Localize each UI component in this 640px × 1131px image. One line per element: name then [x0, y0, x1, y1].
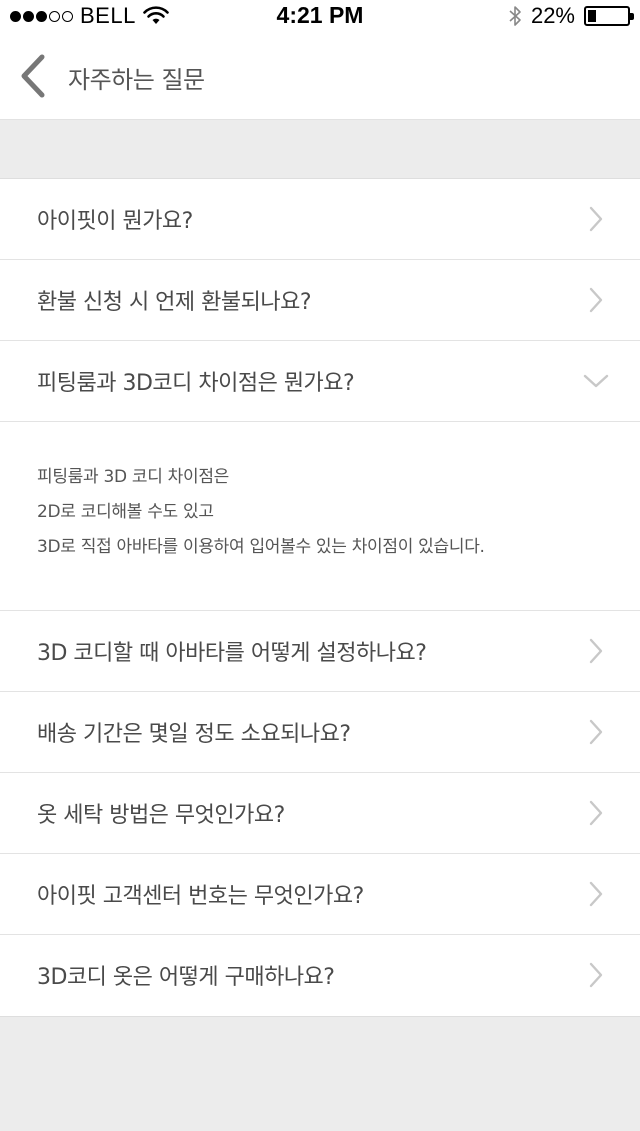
chevron-right-icon	[588, 637, 604, 665]
faq-list: 아이핏이 뭔가요? 환불 신청 시 언제 환불되나요? 피팅룸과 3D코디 차이…	[0, 178, 640, 1017]
battery-fill	[588, 10, 596, 22]
chevron-right-icon	[588, 880, 604, 908]
faq-answer-line: 피팅룸과 3D 코디 차이점은	[37, 467, 230, 487]
faq-item[interactable]: 배송 기간은 몇일 정도 소요되나요?	[0, 692, 640, 773]
faq-item[interactable]: 아이핏 고객센터 번호는 무엇인가요?	[0, 854, 640, 935]
faq-item[interactable]: 아이핏이 뭔가요?	[0, 179, 640, 260]
faq-question: 3D 코디할 때 아바타를 어떻게 설정하나요?	[37, 641, 427, 666]
chevron-right-icon	[588, 286, 604, 314]
faq-item[interactable]: 옷 세탁 방법은 무엇인가요?	[0, 773, 640, 854]
faq-item[interactable]: 환불 신청 시 언제 환불되나요?	[0, 260, 640, 341]
faq-question: 옷 세탁 방법은 무엇인가요?	[37, 803, 285, 828]
page-title: 자주하는 질문	[68, 66, 205, 94]
faq-answer: 피팅룸과 3D 코디 차이점은 2D로 코디해볼 수도 있고 3D로 직접 아바…	[0, 422, 640, 611]
faq-question: 아이핏 고객센터 번호는 무엇인가요?	[37, 884, 364, 909]
faq-answer-line: 3D로 직접 아바타를 이용하여 입어볼수 있는 차이점이 있습니다.	[37, 537, 485, 557]
chevron-left-icon	[21, 54, 45, 98]
faq-item[interactable]: 3D 코디할 때 아바타를 어떻게 설정하나요?	[0, 611, 640, 692]
chevron-right-icon	[588, 961, 604, 989]
faq-answer-line: 2D로 코디해볼 수도 있고	[37, 502, 214, 522]
chevron-right-icon	[588, 205, 604, 233]
faq-item[interactable]: 3D코디 옷은 어떻게 구매하나요?	[0, 935, 640, 1016]
back-button[interactable]	[18, 54, 54, 98]
faq-question: 피팅룸과 3D코디 차이점은 뭔가요?	[37, 371, 355, 396]
battery-icon	[584, 6, 634, 26]
faq-question: 아이핏이 뭔가요?	[37, 209, 193, 234]
faq-question: 배송 기간은 몇일 정도 소요되나요?	[37, 722, 351, 747]
faq-item-expanded[interactable]: 피팅룸과 3D코디 차이점은 뭔가요?	[0, 341, 640, 422]
nav-header: 자주하는 질문	[0, 30, 640, 120]
status-bar: BELL 4:21 PM 22%	[0, 0, 640, 30]
faq-question: 3D코디 옷은 어떻게 구매하나요?	[37, 965, 335, 990]
bluetooth-icon	[509, 6, 521, 26]
battery-tip	[630, 13, 634, 20]
chevron-right-icon	[588, 718, 604, 746]
chevron-right-icon	[588, 799, 604, 827]
battery-percent: 22%	[530, 3, 575, 28]
chevron-down-icon	[582, 373, 610, 389]
status-right: 22%	[508, 3, 634, 29]
faq-question: 환불 신청 시 언제 환불되나요?	[37, 290, 312, 315]
